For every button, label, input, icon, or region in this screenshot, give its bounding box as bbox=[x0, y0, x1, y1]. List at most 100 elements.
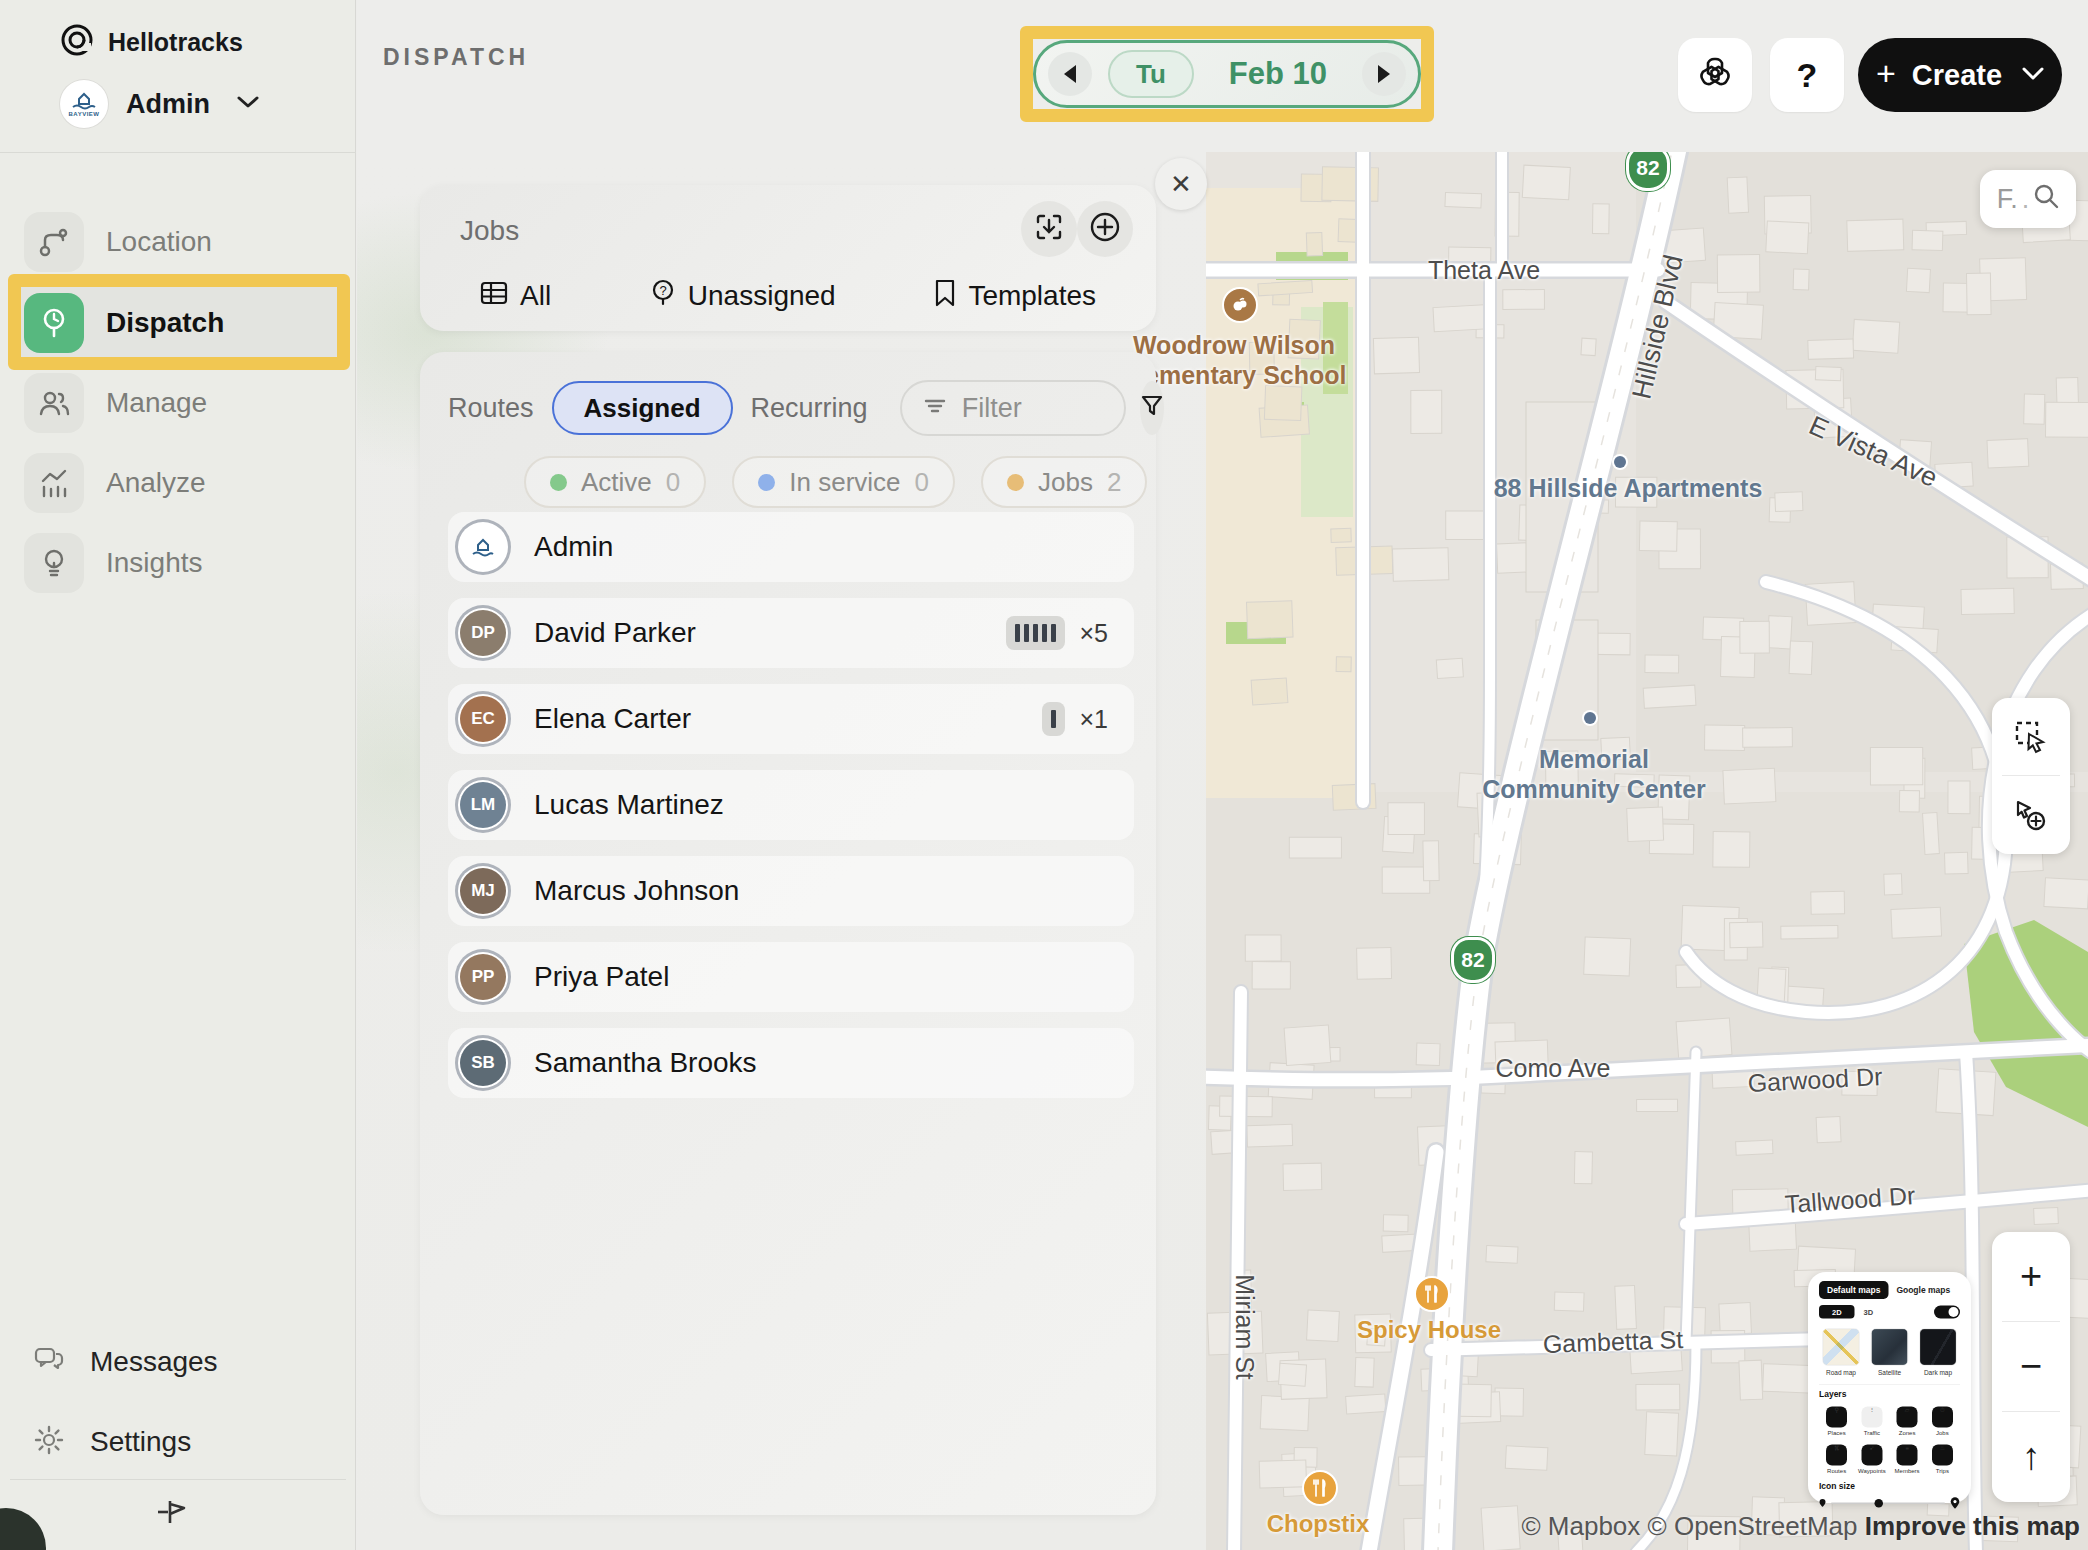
layer-members[interactable]: ꮻMembers bbox=[1890, 1443, 1925, 1475]
map-building bbox=[1775, 492, 1803, 512]
account-switcher[interactable]: BAYVIEW Admin bbox=[60, 78, 260, 130]
map-building bbox=[1637, 1099, 1678, 1111]
map-building bbox=[1554, 1292, 1584, 1311]
sidebar-item-messages[interactable]: Messages bbox=[20, 1332, 340, 1392]
badge-in-service[interactable]: In service 0 bbox=[732, 456, 955, 508]
map-building bbox=[1815, 367, 1841, 381]
layer-traffic[interactable]: ⵗTraffic bbox=[1854, 1405, 1889, 1437]
labels-toggle[interactable] bbox=[1934, 1305, 1960, 1318]
street-label: Gambetta St bbox=[1542, 1325, 1683, 1359]
style-satellite[interactable]: Satellite bbox=[1868, 1326, 1912, 1377]
map-building bbox=[1870, 748, 1922, 785]
avatar bbox=[460, 524, 506, 570]
tab-google-maps[interactable]: Google maps bbox=[1896, 1285, 1950, 1295]
add-point-button[interactable] bbox=[1992, 776, 2070, 853]
badge-label: Active bbox=[581, 467, 652, 498]
list-item-marcus-johnson[interactable]: MJ Marcus Johnson bbox=[448, 856, 1134, 926]
map-search-box[interactable]: F.. bbox=[1980, 170, 2076, 228]
badge-jobs[interactable]: Jobs 2 bbox=[981, 456, 1147, 508]
toggle-2d[interactable]: 2D bbox=[1819, 1305, 1855, 1319]
icon-size-slider[interactable] bbox=[1819, 1497, 1960, 1510]
badge-active[interactable]: Active 0 bbox=[524, 456, 706, 508]
badge-count: 0 bbox=[915, 467, 929, 498]
sidebar-item-insights[interactable]: Insights bbox=[14, 524, 344, 602]
pin-sidebar-icon[interactable] bbox=[150, 1492, 198, 1532]
sidebar-item-dispatch[interactable]: Dispatch bbox=[14, 284, 344, 362]
map-select-tools bbox=[1992, 698, 2070, 854]
layer-waypoints[interactable]: ➶Waypoints bbox=[1854, 1443, 1889, 1475]
map-building bbox=[1423, 841, 1439, 881]
chevron-down-icon bbox=[236, 95, 260, 113]
sidebar-divider bbox=[0, 152, 356, 153]
map-building bbox=[1592, 204, 1609, 234]
ai-assistant-button[interactable] bbox=[1678, 38, 1752, 112]
close-panel-button[interactable]: ✕ bbox=[1155, 158, 1207, 210]
recenter-button[interactable]: ↑ bbox=[1992, 1412, 2070, 1501]
list-item-samantha-brooks[interactable]: SB Samantha Brooks bbox=[448, 1028, 1134, 1098]
tab-templates[interactable]: Templates bbox=[934, 279, 1096, 314]
date-label[interactable]: Feb 10 bbox=[1210, 56, 1346, 92]
mapbox-attribution[interactable]: © Mapbox bbox=[1521, 1511, 1640, 1541]
chat-launcher[interactable] bbox=[0, 1508, 46, 1550]
layer-zones[interactable]: ▱Zones bbox=[1890, 1405, 1925, 1437]
improve-map-link[interactable]: Improve this map bbox=[1865, 1511, 2080, 1541]
jobs-tabs: All ? Unassigned Templates bbox=[480, 271, 1096, 321]
routes-icon: ⛕ bbox=[1826, 1445, 1847, 1466]
layer-jobs[interactable]: ⏱Jobs bbox=[1925, 1405, 1960, 1437]
map-building bbox=[1247, 601, 1294, 639]
layer-trips[interactable]: ♨Trips bbox=[1925, 1443, 1960, 1475]
map-building bbox=[1346, 1394, 1386, 1414]
layer-places[interactable]: ⚲Places bbox=[1819, 1405, 1854, 1437]
sidebar-item-settings[interactable]: Settings bbox=[20, 1412, 340, 1472]
map-building bbox=[1717, 255, 1760, 293]
style-dark-map[interactable]: Dark map bbox=[1916, 1326, 1960, 1377]
sidebar-item-manage[interactable]: Manage bbox=[14, 364, 344, 442]
map-building bbox=[1307, 1310, 1340, 1342]
help-button[interactable]: ? bbox=[1770, 38, 1844, 112]
list-item-lucas-martinez[interactable]: LM Lucas Martinez bbox=[448, 770, 1134, 840]
tab-all[interactable]: All bbox=[480, 280, 551, 313]
map-attribution: © Mapbox © OpenStreetMap Improve this ma… bbox=[1521, 1511, 2080, 1542]
map-building bbox=[1808, 339, 1854, 359]
layer-routes[interactable]: ⛕Routes bbox=[1819, 1443, 1854, 1475]
marquee-select-button[interactable] bbox=[1992, 698, 2070, 775]
zoom-out-button[interactable]: − bbox=[1992, 1322, 2070, 1411]
route-icon bbox=[24, 212, 84, 272]
sidebar-item-location[interactable]: Location bbox=[14, 203, 344, 281]
map-building bbox=[1740, 621, 1770, 653]
search-icon bbox=[2033, 183, 2059, 216]
map-building bbox=[1382, 867, 1430, 893]
jobs-panel-title: Jobs bbox=[460, 215, 519, 247]
tab-unassigned[interactable]: ? Unassigned bbox=[650, 279, 836, 314]
list-item-elena-carter[interactable]: EC Elena Carter ×1 bbox=[448, 684, 1134, 754]
create-button[interactable]: + Create bbox=[1858, 38, 2062, 112]
map-canvas[interactable]: Theta Ave Hillside Blvd E Vista Ave Como… bbox=[1206, 152, 2088, 1550]
zoom-in-button[interactable]: + bbox=[1992, 1232, 2070, 1321]
tab-assigned[interactable]: Assigned bbox=[552, 381, 733, 435]
map-building bbox=[1284, 1025, 1331, 1065]
tab-recurring[interactable]: Recurring bbox=[751, 393, 868, 424]
map-building bbox=[1636, 1384, 1680, 1410]
sidebar-item-analyze[interactable]: Analyze bbox=[14, 444, 344, 522]
prev-day-button[interactable] bbox=[1048, 52, 1092, 96]
tab-routes[interactable]: Routes bbox=[448, 393, 534, 424]
toggle-3d[interactable]: 3D bbox=[1864, 1308, 1874, 1317]
next-day-button[interactable] bbox=[1362, 52, 1406, 96]
weekday-badge[interactable]: Tu bbox=[1108, 50, 1194, 98]
style-road-map[interactable]: Road map bbox=[1819, 1326, 1863, 1377]
tab-default-maps[interactable]: Default maps bbox=[1819, 1281, 1888, 1299]
filter-input[interactable] bbox=[962, 393, 1102, 424]
advanced-filter-button[interactable] bbox=[1140, 381, 1164, 435]
list-item-admin[interactable]: Admin bbox=[448, 512, 1134, 582]
create-label: Create bbox=[1912, 59, 2002, 92]
add-job-button[interactable] bbox=[1077, 201, 1133, 257]
list-item-priya-patel[interactable]: PP Priya Patel bbox=[448, 942, 1134, 1012]
map-building bbox=[1723, 768, 1776, 804]
list-item-david-parker[interactable]: DP David Parker ×5 bbox=[448, 598, 1134, 668]
import-jobs-button[interactable] bbox=[1021, 201, 1077, 257]
map-building bbox=[1260, 1396, 1309, 1431]
osm-attribution[interactable]: © OpenStreetMap bbox=[1648, 1511, 1858, 1541]
person-name: Lucas Martinez bbox=[534, 789, 1108, 821]
map-building bbox=[1445, 192, 1482, 208]
route-shield-82: 82 bbox=[1451, 937, 1495, 983]
